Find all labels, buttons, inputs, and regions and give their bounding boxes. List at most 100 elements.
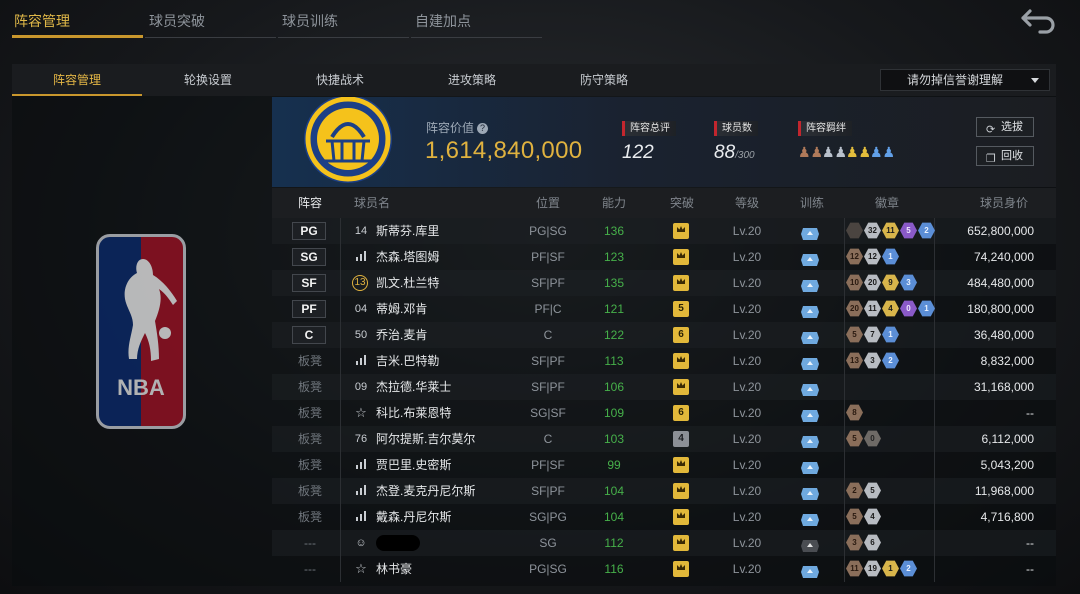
player-position: PF|SF — [531, 250, 565, 264]
badge-list[interactable]: 12 12 1 — [846, 248, 900, 265]
lineup-dropdown[interactable]: 请勿掉信誉谢理解 — [880, 69, 1050, 91]
col-position[interactable]: 位置 — [512, 188, 584, 218]
scout-button[interactable]: ⟳ 选拔 — [976, 117, 1034, 137]
help-icon[interactable]: ? — [477, 123, 489, 134]
subtab-defense-strategy[interactable]: 防守策略 — [538, 64, 670, 96]
table-row[interactable]: SF 13 凯文.杜兰特 SF|PF 135 Lv.20 10 20 9 3 484,480,000 — [272, 270, 1056, 296]
training-icon[interactable] — [800, 224, 820, 240]
divider — [844, 556, 845, 582]
slot-label: 板凳 — [297, 484, 322, 498]
tab-player-breakthrough[interactable]: 球员突破 — [145, 8, 276, 38]
player-name[interactable]: 凯文.杜兰特 — [376, 270, 439, 296]
player-name[interactable]: 戴森.丹尼尔斯 — [376, 504, 451, 530]
divider — [340, 244, 341, 270]
player-name[interactable]: 斯蒂芬.库里 — [376, 218, 439, 244]
badge-grey-icon: 0 — [864, 430, 881, 447]
players-count: 88/300 — [714, 142, 755, 163]
bond-icons[interactable]: ♟♟ ♟♟ ♟♟ ♟♟ — [798, 144, 895, 160]
col-badges[interactable]: 徽章 — [852, 188, 922, 218]
jersey-number: 04 — [354, 303, 368, 315]
player-name[interactable]: 乔治.麦肯 — [376, 322, 427, 348]
badge-bronze-icon: 5 — [846, 508, 863, 525]
training-icon[interactable] — [800, 354, 820, 370]
bars-icon — [352, 452, 370, 478]
table-row[interactable]: 板凳 杰登.麦克丹尼尔斯 SF|PF 104 Lv.20 2 5 11,968,000 — [272, 478, 1056, 504]
badge-list[interactable]: 10 20 9 3 — [846, 274, 918, 291]
training-icon[interactable] — [800, 536, 820, 552]
slot-badge: PF — [292, 300, 326, 318]
table-row[interactable]: PF 04 蒂姆.邓肯 PF|C 121 5 Lv.20 20 11 4 0 1 180,800,000 — [272, 296, 1056, 322]
recycle-button[interactable]: ❐ 回收 — [976, 146, 1034, 166]
tab-custom-points[interactable]: 自建加点 — [411, 8, 542, 38]
divider — [844, 374, 845, 400]
badge-list[interactable]: 571 — [846, 326, 900, 343]
training-icon[interactable] — [800, 380, 820, 396]
slot-badge: C — [292, 326, 326, 344]
col-value[interactable]: 球员身价 — [962, 188, 1046, 218]
training-icon[interactable] — [800, 562, 820, 578]
crown-icon — [673, 223, 689, 239]
table-row[interactable]: --- ☆ 林书豪 PG|SG 116 Lv.20 11 19 1 2 -- — [272, 556, 1056, 582]
table-row[interactable]: 板凳 ☆ 科比.布莱恩特 SG|SF 109 6 Lv.20 8 -- — [272, 400, 1056, 426]
badge-list[interactable]: 50 — [846, 430, 882, 447]
training-icon[interactable] — [800, 432, 820, 448]
badge-list[interactable]: 32 11 5 2 — [846, 222, 936, 239]
training-icon[interactable] — [800, 406, 820, 422]
training-icon[interactable] — [800, 302, 820, 318]
table-row[interactable]: C 50 乔治.麦肯 C 122 6 Lv.20 5 7 1 36,480,000 — [272, 322, 1056, 348]
badge-list[interactable]: 8 — [846, 404, 864, 421]
back-arrow-icon[interactable] — [1018, 8, 1058, 34]
col-player-name[interactable]: 球员名 — [352, 188, 392, 218]
col-level[interactable]: 等级 — [712, 188, 782, 218]
badge-list[interactable]: 20 11 4 0 1 — [846, 300, 936, 317]
divider — [934, 530, 935, 556]
subtab-quick-tactics[interactable]: 快捷战术 — [274, 64, 406, 96]
player-name[interactable]: 杰森.塔图姆 — [376, 244, 439, 270]
chevron-down-icon — [1031, 78, 1039, 83]
training-icon[interactable] — [800, 328, 820, 344]
stat-players: 球员数 88/300 — [714, 118, 758, 164]
player-name[interactable]: 阿尔提斯.吉尔莫尔 — [376, 426, 475, 452]
tab-player-training[interactable]: 球员训练 — [278, 8, 409, 38]
table-row[interactable]: 板凳 09 杰拉德.华莱士 SF|PF 106 Lv.20 31,168,000 — [272, 374, 1056, 400]
col-lineup[interactable]: 阵容 — [290, 188, 330, 218]
refresh-icon: ⟳ — [986, 124, 996, 136]
badge-list[interactable]: 13 3 2 — [846, 352, 900, 369]
table-row[interactable]: --- ☺ SG 112 Lv.20 3 6 -- — [272, 530, 1056, 556]
player-name[interactable]: 吉米.巴特勒 — [376, 348, 439, 374]
subtab-lineup-management[interactable]: 阵容管理 — [12, 64, 142, 96]
table-row[interactable]: 板凳 贾巴里.史密斯 PF|SF 99 Lv.20 5,043,200 — [272, 452, 1056, 478]
badge-list[interactable]: 25 — [846, 482, 882, 499]
col-training[interactable]: 训练 — [790, 188, 834, 218]
table-row[interactable]: 板凳 76 阿尔提斯.吉尔莫尔 C 103 4 Lv.20 5 0 6,112,000 — [272, 426, 1056, 452]
col-ability[interactable]: 能力 — [584, 188, 644, 218]
training-icon[interactable] — [800, 510, 820, 526]
table-row[interactable]: 板凳 吉米.巴特勒 SF|PF 113 Lv.20 13 3 2 8,832,000 — [272, 348, 1056, 374]
training-icon[interactable] — [800, 276, 820, 292]
training-icon[interactable] — [800, 458, 820, 474]
player-name[interactable]: 杰登.麦克丹尼尔斯 — [376, 478, 475, 504]
divider — [934, 426, 935, 452]
player-level: Lv.20 — [732, 380, 762, 394]
table-row[interactable]: SG 杰森.塔图姆 PF|SF 123 Lv.20 12 12 1 74,240,000 — [272, 244, 1056, 270]
training-icon[interactable] — [800, 250, 820, 266]
badge-list[interactable]: 11 19 1 2 — [846, 560, 918, 577]
player-level: Lv.20 — [732, 276, 762, 290]
player-position: PF|SF — [531, 458, 565, 472]
tab-lineup-management[interactable]: 阵容管理 — [12, 8, 143, 38]
table-row[interactable]: PG 14 斯蒂芬.库里 PG|SG 136 Lv.20 32 11 5 2 652,800,000 — [272, 218, 1056, 244]
slot-label: 板凳 — [297, 354, 322, 368]
subtab-rotation-settings[interactable]: 轮换设置 — [142, 64, 274, 96]
player-name[interactable]: 林书豪 — [376, 556, 412, 582]
badge-list[interactable]: 54 — [846, 508, 882, 525]
player-name[interactable]: 蒂姆.邓肯 — [376, 296, 427, 322]
table-row[interactable]: 板凳 戴森.丹尼尔斯 SG|PG 104 Lv.20 5 4 4,716,800 — [272, 504, 1056, 530]
training-icon[interactable] — [800, 484, 820, 500]
player-name[interactable]: 科比.布莱恩特 — [376, 400, 451, 426]
player-name[interactable]: 贾巴里.史密斯 — [376, 452, 451, 478]
subtab-offense-strategy[interactable]: 进攻策略 — [406, 64, 538, 96]
player-name[interactable]: 杰拉德.华莱士 — [376, 374, 451, 400]
crown-icon — [673, 509, 689, 525]
badge-list[interactable]: 36 — [846, 534, 882, 551]
col-breakthrough[interactable]: 突破 — [652, 188, 712, 218]
